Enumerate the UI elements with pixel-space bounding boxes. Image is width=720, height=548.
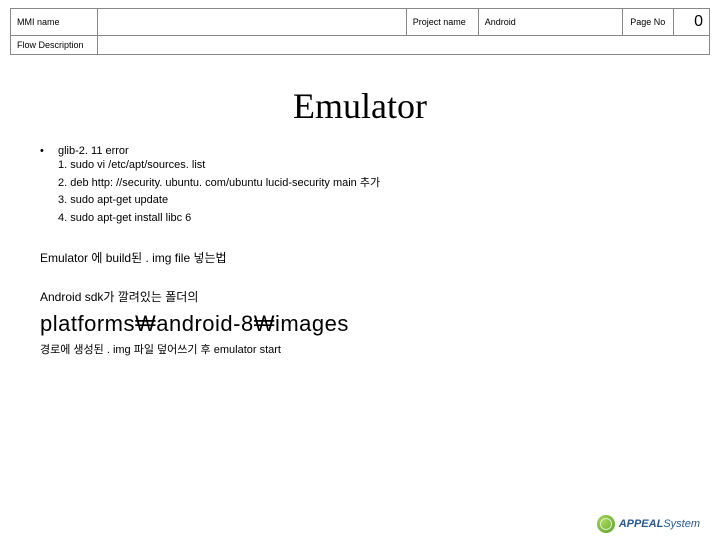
mmi-name-label: MMI name [11, 9, 98, 36]
logo-text: APPEALSystem [619, 518, 700, 530]
path-text: platforms₩android-8₩images [40, 311, 680, 337]
flow-description-value [98, 36, 710, 55]
bullet-heading: glib-2. 11 error [58, 145, 680, 157]
logo-icon [597, 515, 615, 533]
step-2: 2. deb http: //security. ubuntu. com/ubu… [58, 175, 680, 193]
sub-heading-1: Emulator 에 build된 . img file 넣는법 [40, 249, 680, 266]
step-3: 3. sudo apt-get update [58, 192, 680, 210]
logo-bold: APPEAL [619, 518, 664, 530]
step-4: 4. sudo apt-get install libc 6 [58, 210, 680, 228]
bullet-icon: • [40, 145, 58, 157]
project-name-value: Android [478, 9, 622, 36]
page-title: Emulator [0, 85, 720, 127]
final-note: 경로에 생성된 . img 파일 덮어쓰기 후 emulator start [40, 341, 680, 357]
page-no-value: 0 [674, 9, 710, 36]
flow-description-label: Flow Description [11, 36, 98, 55]
step-1: 1. sudo vi /etc/apt/sources. list [58, 157, 680, 175]
content-area: • glib-2. 11 error 1. sudo vi /etc/apt/s… [40, 145, 680, 357]
header-table: MMI name Project name Android Page No 0 … [10, 8, 710, 55]
logo-light: System [663, 518, 700, 530]
project-name-label: Project name [406, 9, 478, 36]
mmi-name-value [98, 9, 406, 36]
sub-heading-2: Android sdk가 깔려있는 폴더의 [40, 288, 680, 305]
page-no-label: Page No [622, 9, 673, 36]
footer-logo: APPEALSystem [597, 515, 700, 533]
